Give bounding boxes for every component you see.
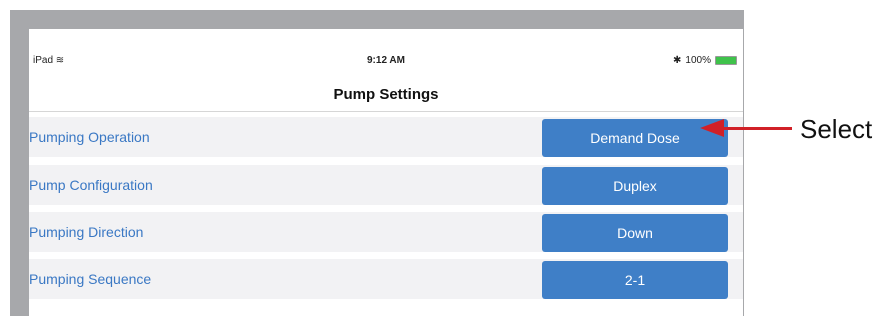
callout-arrow-icon [700, 119, 724, 137]
battery-percent: 100% [685, 55, 711, 66]
pumping-sequence-button[interactable]: 2-1 [542, 261, 728, 299]
nav-divider [29, 111, 743, 112]
page-title: Pump Settings [333, 86, 439, 103]
setting-label: Pumping Sequence [29, 271, 152, 287]
setting-label: Pumping Operation [29, 129, 150, 145]
setting-row-pumping-direction: Pumping Direction Down [29, 212, 743, 252]
setting-row-pumping-operation: Pumping Operation Demand Dose [29, 117, 743, 157]
status-battery-group: ✱ 100% [673, 55, 737, 66]
callout-label: Select [800, 114, 873, 144]
bluetooth-icon: ✱ [673, 55, 682, 66]
app-screen: iPad ≋ 9:12 AM ✱ 100% Pump Settings Pump… [29, 29, 743, 321]
callout-arrow-line [722, 127, 792, 130]
device-frame: iPad ≋ 9:12 AM ✱ 100% Pump Settings Pump… [10, 10, 744, 321]
battery-icon [715, 56, 737, 65]
pumping-direction-button[interactable]: Down [542, 214, 728, 252]
pump-configuration-button[interactable]: Duplex [542, 167, 728, 205]
status-time: 9:12 AM [367, 55, 405, 66]
setting-label: Pump Configuration [29, 177, 153, 193]
setting-row-pumping-sequence: Pumping Sequence 2-1 [29, 259, 743, 299]
setting-label: Pumping Direction [29, 224, 144, 240]
setting-row-pump-configuration: Pump Configuration Duplex [29, 165, 743, 205]
